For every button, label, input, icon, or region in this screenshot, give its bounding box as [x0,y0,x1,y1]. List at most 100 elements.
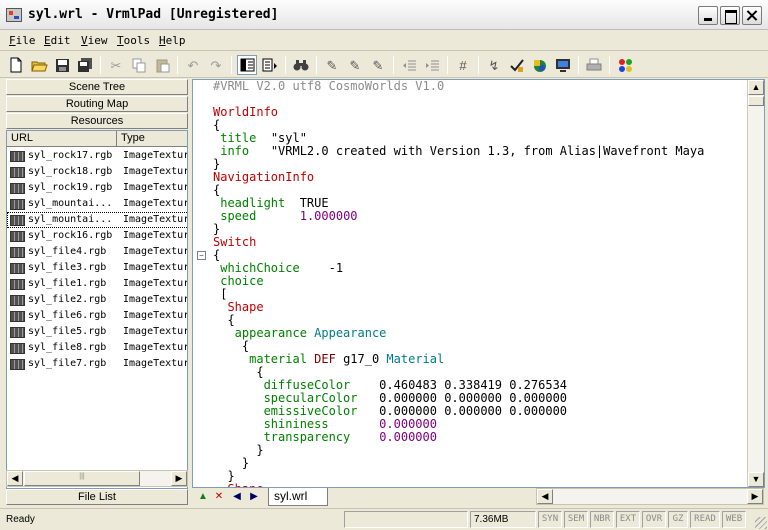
code-line: speed 1.000000 [213,210,357,223]
resource-row[interactable]: syl_file1.rgb ImageTextur [7,276,188,292]
resource-row[interactable]: syl_file4.rgb ImageTextur [7,244,187,260]
close-button[interactable] [742,6,762,25]
resource-type: ImageTextur [123,166,188,177]
resources-horizontal-scrollbar[interactable]: ◀ ||| ▶ [6,470,188,487]
editor-scroll-right-arrow-icon[interactable]: ▶ [747,489,763,504]
comment-hash-icon[interactable]: # [453,55,473,75]
editor-scroll-thumb[interactable] [748,96,764,106]
image-file-icon [10,183,25,194]
file-list-button[interactable]: File List [6,489,188,505]
code-token: title [213,131,257,145]
resource-row[interactable]: syl_rock18.rgb ImageTextur [7,164,188,180]
code-token: 0.000000 [379,430,437,444]
resource-url: syl_file3.rgb [28,262,107,273]
resource-row[interactable]: syl_file6.rgb ImageTextur [7,308,187,324]
resource-row[interactable]: syl_file5.rgb ImageTextur [7,324,187,340]
code-token: WorldInfo [213,105,279,119]
menu-tools[interactable]: Tools [117,34,150,47]
resource-row[interactable]: syl_file7.rgb ImageTextur [7,356,187,372]
tab-prev-arrow-icon[interactable]: ◀ [230,490,244,504]
image-file-icon [10,215,25,226]
minimize-button[interactable] [698,6,718,25]
code-token: DEF [314,352,336,366]
toolbar-separator [100,56,101,74]
print-icon[interactable] [584,55,604,75]
preview-monitor-icon[interactable] [553,55,573,75]
resource-url: syl_rock16.rgb [28,230,113,241]
find-binoculars-icon[interactable] [291,55,311,75]
type-column-header[interactable]: Type [117,131,187,147]
cut-icon[interactable]: ✂ [106,55,126,75]
paste-icon[interactable] [152,55,172,75]
editor-gutter: − [193,80,209,487]
save-icon[interactable] [52,55,72,75]
preview-panel-icon[interactable] [260,55,280,75]
check-tool-icon[interactable] [507,55,527,75]
editor-scroll-left-arrow-icon[interactable]: ◀ [537,489,553,504]
code-token: specularColor [213,391,358,405]
scene-tree-button[interactable]: Scene Tree [6,79,188,95]
editor-horizontal-scrollbar[interactable]: ◀ ▶ [536,488,764,505]
new-file-icon[interactable] [6,55,26,75]
vrmlpad-app-icon[interactable] [6,8,22,22]
resource-row[interactable]: syl_file2.rgb ImageTextur [7,292,187,308]
toolbar-separator [578,56,579,74]
resource-row[interactable]: syl_rock16.rgb ImageTextur [7,228,187,244]
resource-row[interactable]: syl_rock19.rgb ImageTextur [7,180,187,196]
save-all-icon[interactable] [75,55,95,75]
tab-syl-wrl[interactable]: syl.wrl [268,488,328,506]
toolbar-separator [231,56,232,74]
open-folder-icon[interactable] [29,55,49,75]
redo-icon[interactable]: ↷ [206,55,226,75]
route-icon[interactable]: ↯ [484,55,504,75]
status-indicator-gz: GZ [668,511,688,528]
menu-view[interactable]: View [81,34,108,47]
maximize-button[interactable] [720,6,740,25]
code-editor[interactable]: − #VRML V2.0 utf8 CosmoWorlds V1.0 WorldI… [192,79,765,488]
routing-map-button[interactable]: Routing Map [6,96,188,112]
scroll-down-arrow-icon[interactable]: ▼ [748,472,764,487]
image-file-icon [10,247,25,258]
menu-help[interactable]: Help [159,34,186,47]
code-token: [ [213,287,228,301]
copy-icon[interactable] [129,55,149,75]
brush-icon[interactable]: ✎ [322,55,342,75]
workspace-panel-icon[interactable] [237,55,257,75]
outdent-icon[interactable] [399,55,419,75]
resource-row[interactable]: syl_file3.rgb ImageTextur [7,260,187,276]
tab-up-icon[interactable]: ▲ [196,490,210,504]
resources-button[interactable]: Resources [6,113,188,129]
resize-grip-icon[interactable] [755,517,767,529]
scroll-right-arrow-icon[interactable]: ▶ [171,471,187,486]
undo-icon[interactable]: ↶ [183,55,203,75]
code-token: Material [386,352,445,366]
status-indicator-ext: EXT [616,511,640,528]
brush-next-icon[interactable]: ✎ [345,55,365,75]
indent-icon[interactable] [422,55,442,75]
menu-file[interactable]: File [9,34,36,47]
scroll-thumb[interactable]: ||| [24,471,140,486]
close-tab-icon[interactable]: ✕ [212,490,226,504]
resources-list: URL Type syl_rock17.rgb ImageTextur syl_ro… [6,130,188,489]
resource-row[interactable]: syl_rock17.rgb ImageTextur [7,148,187,164]
code-token: 0.460483 0.338419 0.276534 [350,378,568,392]
scroll-left-arrow-icon[interactable]: ◀ [7,471,23,486]
code-token: diffuseColor [213,378,351,392]
resource-type: ImageTextur [123,278,188,289]
editor-vertical-scrollbar[interactable]: ▲ ▼ [747,80,764,487]
menu-edit[interactable]: Edit [44,34,71,47]
code-area[interactable]: #VRML V2.0 utf8 CosmoWorlds V1.0 WorldInf… [213,80,745,487]
fold-collapse-icon[interactable]: − [197,251,206,260]
color-palette-icon[interactable] [615,55,635,75]
object-browser-icon[interactable] [530,55,550,75]
code-token: "syl" [270,131,307,145]
resource-row[interactable]: syl_file8.rgb ImageTextur [7,340,187,356]
resource-row[interactable]: syl_mountai... ImageTextur [7,212,187,228]
code-line: WorldInfo [213,106,278,119]
url-column-header[interactable]: URL [7,131,117,147]
toolbar-separator [177,56,178,74]
tab-next-arrow-icon[interactable]: ▶ [247,490,261,504]
resource-row[interactable]: syl_mountai... ImageTextur [7,196,187,212]
brush-clear-icon[interactable]: ✎ [368,55,388,75]
scroll-up-arrow-icon[interactable]: ▲ [748,80,764,95]
